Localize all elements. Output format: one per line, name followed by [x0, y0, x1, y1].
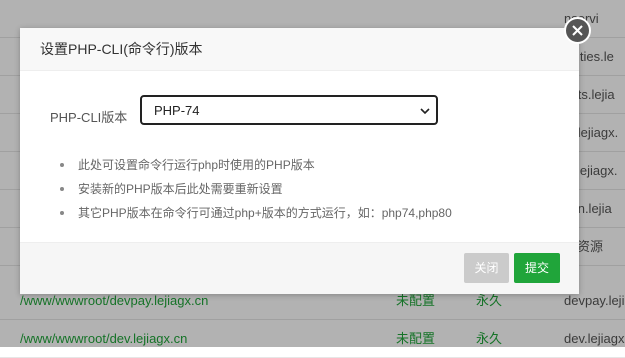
tips-list: 此处可设置命令行运行php时使用的PHP版本 安装新的PHP版本后此处需要重新设…	[60, 153, 452, 225]
submit-button[interactable]: 提交	[514, 253, 560, 283]
chevron-down-icon	[420, 108, 430, 115]
php-cli-version-label: PHP-CLI版本	[50, 110, 128, 125]
dialog-title: 设置PHP-CLI(命令行)版本	[20, 28, 579, 71]
tip-text: 其它PHP版本在命令行可通过php+版本的方式运行，如：php74,php80	[78, 206, 452, 220]
bullet-icon	[60, 187, 64, 191]
close-button[interactable]: 关闭	[464, 253, 509, 283]
dialog-close-button[interactable]	[564, 17, 591, 44]
php-cli-version-select[interactable]: PHP-74	[140, 95, 438, 125]
list-item: 其它PHP版本在命令行可通过php+版本的方式运行，如：php74,php80	[60, 201, 452, 225]
dialog-footer: 关闭 提交	[20, 242, 579, 294]
select-value: PHP-74	[154, 103, 200, 118]
tip-text: 安装新的PHP版本后此处需要重新设置	[78, 182, 283, 196]
bullet-icon	[60, 163, 64, 167]
list-item: 此处可设置命令行运行php时使用的PHP版本	[60, 153, 452, 177]
tip-text: 此处可设置命令行运行php时使用的PHP版本	[78, 158, 315, 172]
close-icon	[572, 25, 583, 36]
bullet-icon	[60, 211, 64, 215]
list-item: 安装新的PHP版本后此处需要重新设置	[60, 177, 452, 201]
